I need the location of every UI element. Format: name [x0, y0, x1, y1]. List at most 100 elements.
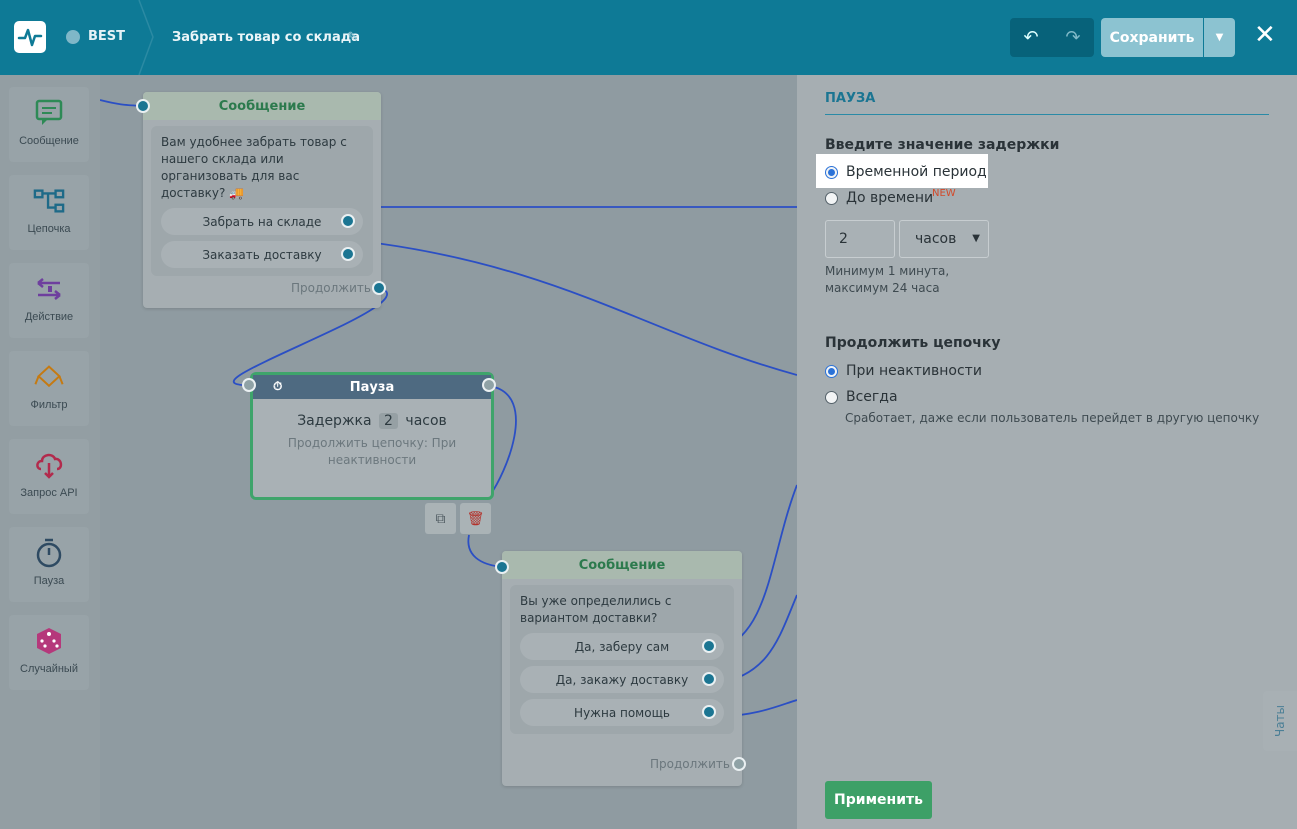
tool-label: Случайный: [20, 663, 78, 675]
chevron-down-icon: ▼: [972, 233, 980, 244]
tool-label: Фильтр: [30, 399, 68, 411]
button-output-port[interactable]: [702, 705, 716, 719]
bot-selector[interactable]: BEST: [66, 29, 125, 44]
node-title: Сообщение: [143, 92, 381, 120]
stopwatch-icon: [33, 537, 65, 569]
delay-unit: часов: [405, 413, 447, 429]
action-icon: [33, 273, 65, 305]
pause-settings-panel: ПАУЗА Введите значение задержки Временно…: [797, 75, 1297, 829]
clock-icon: ⏱: [273, 379, 283, 393]
tool-label: Пауза: [33, 575, 65, 587]
message-bubble: Вам удобнее забрать товар с нашего склад…: [151, 126, 373, 276]
tool-label: Сообщение: [19, 135, 79, 147]
chain-icon: [33, 185, 65, 217]
radio-label: Всегда: [846, 389, 898, 405]
tool-label: Запрос API: [20, 487, 78, 499]
tool-chain[interactable]: Цепочка: [9, 175, 89, 250]
delete-node-button[interactable]: 🗑: [460, 503, 491, 534]
copy-node-button[interactable]: ⧉: [425, 503, 456, 534]
panel-divider: [825, 114, 1269, 115]
save-options-button[interactable]: ▼: [1204, 18, 1235, 57]
input-port[interactable]: [242, 378, 256, 392]
flow-canvas[interactable]: Сообщение Цепочка Действие Фильтр Запрос…: [0, 75, 797, 829]
messenger-icon: [66, 29, 80, 44]
radio-until-time[interactable]: До времени: [825, 190, 933, 206]
pause-node-header: ⏱ Пауза: [253, 375, 491, 399]
radio-indicator: [825, 191, 838, 205]
message-icon: [33, 97, 65, 129]
button-output-port[interactable]: [341, 247, 355, 261]
radio-always[interactable]: Всегда: [825, 389, 898, 405]
close-icon[interactable]: ✕: [1254, 20, 1276, 50]
tool-label: Цепочка: [27, 223, 71, 235]
message-button[interactable]: Нужна помощь: [520, 699, 724, 726]
apply-button[interactable]: Применить: [825, 781, 932, 819]
radio-time-period[interactable]: Временной период: [825, 164, 987, 180]
delay-amount-input[interactable]: 2: [825, 220, 895, 258]
continue-output-port[interactable]: [372, 281, 386, 295]
tool-random[interactable]: Случайный: [9, 615, 89, 690]
button-label: Заказать доставку: [202, 247, 322, 262]
copy-icon: ⧉: [435, 510, 446, 527]
button-label: Забрать на складе: [202, 214, 322, 229]
message-button[interactable]: Заказать доставку: [161, 241, 363, 268]
delay-unit-select[interactable]: часов ▼: [899, 220, 989, 258]
pause-node[interactable]: ⏱ Пауза Задержка 2 часов Продолжить цепо…: [242, 372, 496, 500]
button-label: Да, заберу сам: [574, 639, 670, 654]
radio-on-inactivity[interactable]: При неактивности: [825, 363, 982, 379]
message-node[interactable]: Сообщение Вы уже определились с варианто…: [495, 551, 746, 786]
redo-button[interactable]: ↷: [1052, 18, 1094, 57]
delay-hint-max: максимум 24 часа: [825, 281, 940, 295]
button-output-port[interactable]: [341, 214, 355, 228]
tool-api[interactable]: Запрос API: [9, 439, 89, 514]
button-output-port[interactable]: [702, 639, 716, 653]
redo-icon: ↷: [1065, 27, 1081, 48]
input-port[interactable]: [136, 99, 150, 113]
radio-label: При неактивности: [846, 363, 982, 379]
continue-heading: Продолжить цепочку: [825, 335, 1001, 351]
continue-label: Продолжить: [650, 757, 730, 771]
toolbox: Сообщение Цепочка Действие Фильтр Запрос…: [0, 75, 100, 829]
undo-button[interactable]: ↶: [1010, 18, 1052, 57]
pause-delay: Задержка 2 часов: [253, 413, 491, 429]
continue-output-port[interactable]: [732, 757, 746, 771]
continue-label: Продолжить: [291, 281, 371, 295]
message-button[interactable]: Забрать на складе: [161, 208, 363, 235]
dice-icon: [33, 625, 65, 657]
node-title: Пауза: [349, 379, 395, 395]
output-port[interactable]: [482, 378, 496, 392]
delay-heading: Введите значение задержки: [825, 137, 1060, 153]
message-button[interactable]: Да, закажу доставку: [520, 666, 724, 693]
select-value: часов: [915, 231, 957, 247]
button-output-port[interactable]: [702, 672, 716, 686]
message-button[interactable]: Да, заберу сам: [520, 633, 724, 660]
message-text: Вам удобнее забрать товар с нашего склад…: [161, 135, 347, 200]
logo-pulse-icon[interactable]: [14, 21, 46, 53]
message-bubble: Вы уже определились с вариантом доставки…: [510, 585, 734, 734]
tool-pause[interactable]: Пауза: [9, 527, 89, 602]
bot-name: BEST: [88, 29, 126, 44]
radio-label: Временной период: [846, 164, 987, 180]
pencil-icon[interactable]: ✎: [347, 30, 358, 45]
filter-icon: [33, 361, 65, 393]
tool-filter[interactable]: Фильтр: [9, 351, 89, 426]
radio-indicator: [825, 364, 838, 378]
button-label: Да, закажу доставку: [555, 672, 689, 687]
chats-label: Чаты: [1272, 704, 1287, 738]
tool-action[interactable]: Действие: [9, 263, 89, 338]
top-bar: BEST Забрать товар со склада ✎ ↶ ↷ Сохра…: [0, 0, 1297, 75]
panel-title: ПАУЗА: [825, 91, 876, 106]
api-icon: [33, 449, 65, 481]
button-label: Нужна помощь: [574, 705, 670, 720]
tool-message[interactable]: Сообщение: [9, 87, 89, 162]
delay-hint-min: Минимум 1 минута,: [825, 264, 950, 278]
message-node[interactable]: Сообщение Вам удобнее забрать товар с на…: [136, 92, 386, 308]
flow-title: Забрать товар со склада: [172, 30, 360, 45]
save-button[interactable]: Сохранить: [1101, 18, 1203, 57]
radio-indicator: [825, 165, 838, 179]
input-port[interactable]: [495, 560, 509, 574]
delay-prefix: Задержка: [297, 413, 372, 429]
chats-tab[interactable]: Чаты: [1263, 691, 1297, 751]
radio-indicator: [825, 390, 838, 404]
pause-continue-text: Продолжить цепочку: При неактивности: [287, 436, 457, 467]
